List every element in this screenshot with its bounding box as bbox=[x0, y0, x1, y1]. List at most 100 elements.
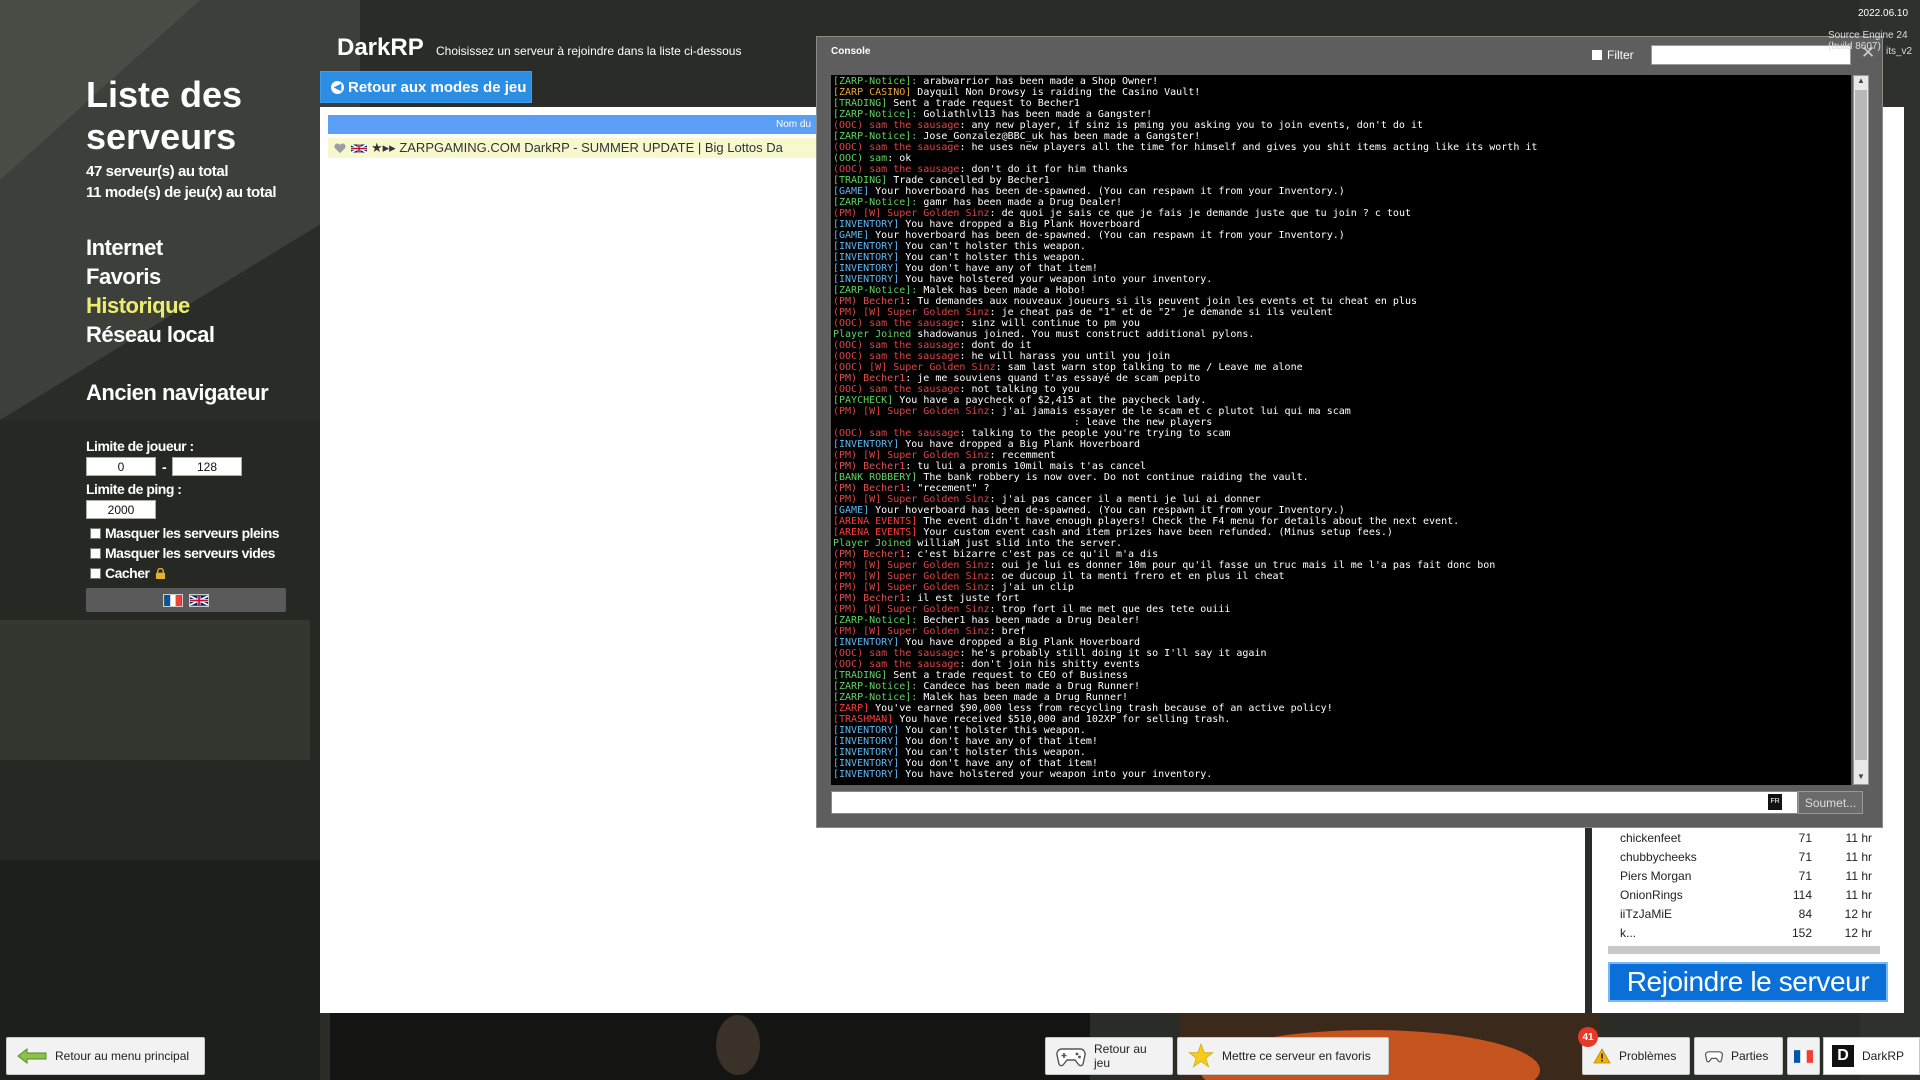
console-line-segment: [ZARP-Notice]: bbox=[833, 109, 924, 120]
console-line-segment: [TRADING] bbox=[833, 175, 894, 186]
hide-full-checkbox[interactable] bbox=[90, 527, 101, 539]
gamemode-tab[interactable]: D DarkRP bbox=[1823, 1037, 1920, 1075]
player-score: 84 bbox=[1798, 906, 1812, 921]
console-scrollbar[interactable]: ▲ ▼ bbox=[1853, 75, 1869, 785]
console-line-segment: Sent a trade request to Becher1 bbox=[893, 98, 1080, 109]
console-line-segment: [ARENA EVENTS] bbox=[833, 527, 924, 538]
console-line-segment: (PM) [W] Super Golden Sinz bbox=[833, 604, 990, 615]
console-line: [ZARP-Notice]: Malek has been made a Hob… bbox=[833, 285, 1851, 296]
console-log: [ZARP-Notice]: arabwarrior has been made… bbox=[831, 75, 1851, 785]
console-line: [ZARP-Notice]: arabwarrior has been made… bbox=[833, 76, 1851, 87]
console-line-segment: [ZARP-Notice]: bbox=[833, 197, 924, 208]
column-name-header[interactable]: Nom du bbox=[776, 119, 811, 130]
gamemode-tab-label: DarkRP bbox=[1862, 1049, 1905, 1063]
nav-favorites[interactable]: Favoris bbox=[86, 264, 161, 290]
console-line-segment: [INVENTORY] bbox=[833, 769, 906, 780]
nav-history[interactable]: Historique bbox=[86, 293, 190, 319]
hide-empty-row[interactable]: Masquer les serveurs vides bbox=[90, 545, 275, 561]
games-label: Parties bbox=[1731, 1049, 1769, 1063]
player-min-input[interactable] bbox=[86, 457, 156, 476]
heart-icon[interactable] bbox=[333, 143, 347, 154]
console-line: [GAME] Your hoverboard has been de-spawn… bbox=[833, 505, 1851, 516]
add-favorite-button[interactable]: Mettre ce serveur en favoris bbox=[1177, 1037, 1389, 1075]
warning-icon bbox=[1593, 1048, 1611, 1064]
back-to-game-label: Retour au jeu bbox=[1094, 1042, 1147, 1070]
join-server-button[interactable]: Rejoindre le serveur bbox=[1608, 962, 1888, 1002]
console-line-segment: [TRADING] bbox=[833, 670, 894, 681]
scroll-up-icon[interactable]: ▲ bbox=[1854, 76, 1868, 88]
player-row[interactable]: k... 152 12 hr bbox=[1608, 923, 1880, 942]
console-line-segment: arabwarrior has been made a Shop Owner! bbox=[923, 76, 1159, 87]
console-line: [GAME] Your hoverboard has been de-spawn… bbox=[833, 186, 1851, 197]
hide-locked-checkbox[interactable] bbox=[90, 567, 101, 579]
console-line-segment: [PAYCHECK] bbox=[833, 395, 900, 406]
console-line-segment: [TRASHMAN] bbox=[833, 714, 900, 725]
console-line-segment: : sinz will continue to pm you bbox=[959, 318, 1141, 329]
submit-button[interactable]: Soumet... bbox=[1798, 791, 1863, 814]
console-line-segment: [INVENTORY] bbox=[833, 747, 906, 758]
console-line-segment: : don't join his shitty events bbox=[959, 659, 1141, 670]
player-time: 11 hr bbox=[1845, 849, 1872, 864]
games-button[interactable]: Parties bbox=[1694, 1037, 1783, 1075]
console-line-segment: : he will harass you until you join bbox=[959, 351, 1171, 362]
console-line-segment: [INVENTORY] bbox=[833, 219, 906, 230]
console-line-segment: (PM) [W] Super Golden Sinz bbox=[833, 560, 990, 571]
players-scrollbar[interactable] bbox=[1608, 946, 1880, 954]
console-line-segment: [INVENTORY] bbox=[833, 637, 906, 648]
gamepad-icon bbox=[1056, 1048, 1086, 1067]
scroll-down-icon[interactable]: ▼ bbox=[1854, 772, 1868, 784]
console-line-segment: (OOC) sam the sausage bbox=[833, 659, 960, 670]
console-line: [INVENTORY] You can't holster this weapo… bbox=[833, 241, 1851, 252]
console-line: [TRASHMAN] You have received $510,000 an… bbox=[833, 714, 1851, 725]
player-name: iiTzJaMiE bbox=[1620, 906, 1673, 921]
player-row[interactable]: OnionRings 114 11 hr bbox=[1608, 885, 1880, 904]
console-line-segment: : j'ai pas cancer il a menti je lui ai d… bbox=[989, 494, 1261, 505]
player-time: 12 hr bbox=[1844, 925, 1872, 940]
console-window: Console Filter ✕ [ZARP-Notice]: arabwarr… bbox=[816, 36, 1883, 828]
ping-max-input[interactable] bbox=[86, 500, 156, 519]
player-row[interactable]: chickenfeet 71 11 hr bbox=[1608, 828, 1880, 847]
console-line: [ZARP-Notice]: Candece has been made a D… bbox=[833, 681, 1851, 692]
french-flag-icon[interactable] bbox=[163, 593, 183, 607]
old-browser-link[interactable]: Ancien navigateur bbox=[86, 380, 269, 406]
problems-button[interactable]: Problèmes bbox=[1582, 1037, 1690, 1075]
back-to-game-button[interactable]: Retour au jeu bbox=[1045, 1037, 1173, 1075]
console-line: Player Joined shadowanus joined. You mus… bbox=[833, 329, 1851, 340]
filter-checkbox[interactable] bbox=[1592, 50, 1602, 60]
hide-empty-label: Masquer les serveurs vides bbox=[105, 545, 275, 561]
language-button[interactable] bbox=[1787, 1037, 1820, 1075]
console-line-segment: (PM) Becher1 bbox=[833, 549, 906, 560]
hide-locked-row[interactable]: Cacher bbox=[90, 565, 166, 581]
uk-flag-icon[interactable] bbox=[189, 593, 209, 607]
console-line: [BANK ROBBERY] The bank robbery is now o… bbox=[833, 472, 1851, 483]
main-menu-button[interactable]: Retour au menu principal bbox=[6, 1037, 205, 1075]
console-line-segment: You can't holster this weapon. bbox=[905, 241, 1086, 252]
player-row[interactable]: Piers Morgan 71 11 hr bbox=[1608, 866, 1880, 885]
filter-input[interactable] bbox=[1651, 45, 1851, 65]
console-line: [PAYCHECK] You have a paycheck of $2,415… bbox=[833, 395, 1851, 406]
console-command-input[interactable] bbox=[831, 791, 1798, 814]
console-line-segment: : don't do it for him thanks bbox=[959, 164, 1129, 175]
hide-empty-checkbox[interactable] bbox=[90, 547, 101, 559]
console-line: [INVENTORY] You have dropped a Big Plank… bbox=[833, 439, 1851, 450]
nav-local-network[interactable]: Réseau local bbox=[86, 322, 215, 348]
player-row[interactable]: iiTzJaMiE 84 12 hr bbox=[1608, 904, 1880, 923]
console-line-segment: You have a paycheck of $2,415 at the pay… bbox=[899, 395, 1207, 406]
player-max-input[interactable] bbox=[172, 457, 242, 476]
console-line-segment: [INVENTORY] bbox=[833, 439, 906, 450]
console-line-segment: (OOC) sam the sausage bbox=[833, 428, 960, 439]
back-to-gamemodes-button[interactable]: ◀ Retour aux modes de jeu bbox=[320, 71, 532, 103]
console-line-segment: Your hoverboard has been de-spawned. (Yo… bbox=[875, 230, 1345, 241]
console-line-segment: Dayquil Non Drowsy is raiding the Casino… bbox=[917, 87, 1201, 98]
console-line: (PM) Becher1: Tu demandes aux nouveaux j… bbox=[833, 296, 1851, 307]
console-line-segment: : not talking to you bbox=[959, 384, 1080, 395]
scroll-thumb[interactable] bbox=[1855, 90, 1867, 760]
hide-full-row[interactable]: Masquer les serveurs pleins bbox=[90, 525, 280, 541]
player-time: 11 hr bbox=[1845, 868, 1872, 883]
console-line-segment: The bank robbery is now over. Do not con… bbox=[923, 472, 1309, 483]
console-line-segment: (PM) Becher1 bbox=[833, 373, 906, 384]
nav-internet[interactable]: Internet bbox=[86, 235, 163, 261]
player-row[interactable]: chubbycheeks 71 11 hr bbox=[1608, 847, 1880, 866]
player-time: 11 hr bbox=[1845, 887, 1872, 902]
console-line-segment: Jose_Gonzalez@BBC_uk has been made a Gan… bbox=[923, 131, 1201, 142]
